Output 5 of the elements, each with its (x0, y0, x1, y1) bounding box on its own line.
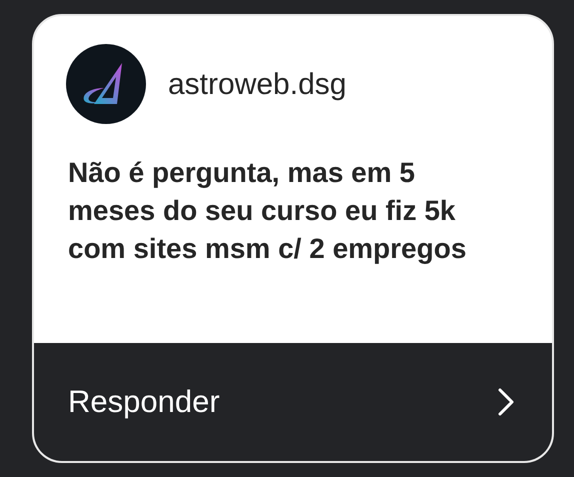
username: astroweb.dsg (168, 66, 346, 102)
question-text: Não é pergunta, mas em 5 meses do seu curso eu fiz 5k com sites msm c/ 2 empregos (67, 156, 468, 266)
logo-icon (66, 44, 146, 124)
chevron-icon (498, 388, 514, 416)
reply-button[interactable]: Responder (34, 343, 552, 461)
